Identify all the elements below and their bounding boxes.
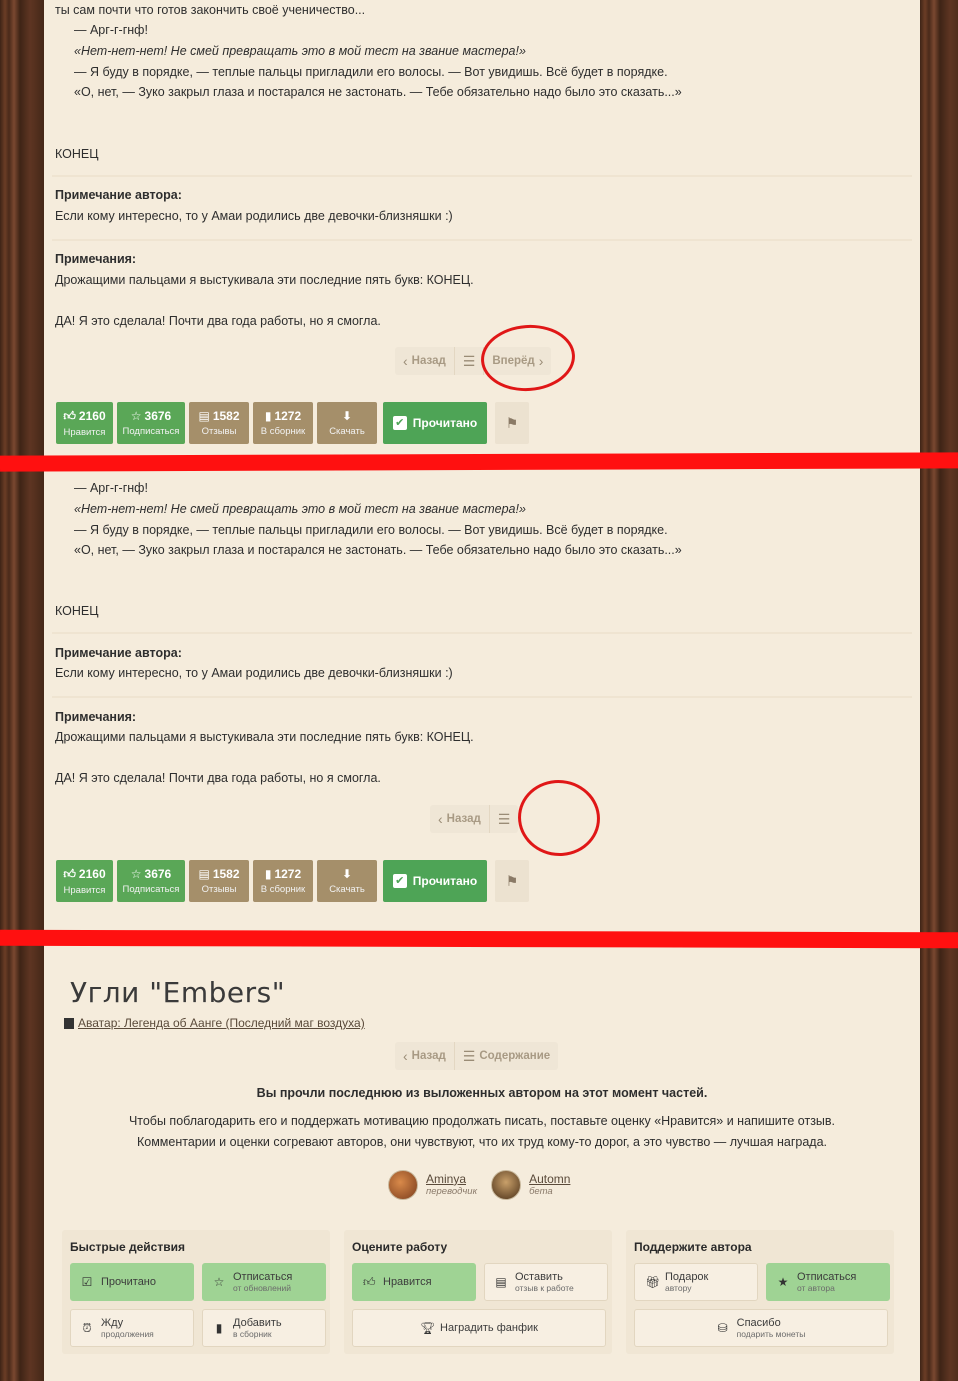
subscribe-button[interactable]: ☆ 3676 Подписаться [117,402,185,444]
book-icon: ▮ [215,1321,223,1335]
report-flag-button[interactable]: ⚑ [495,860,529,902]
gift-author-button[interactable]: 🎁︎ Подарок автору [634,1263,758,1301]
page-content: ты сам почти что готов закончить своё уч… [44,0,920,1381]
reviews-button[interactable]: ▤ 1582 Отзывы [189,860,249,902]
prev-chapter-button[interactable]: ‹ Назад [395,1042,455,1070]
avatar [388,1170,418,1200]
star-icon: ☆ [130,867,142,881]
author-entry[interactable]: Automn бета [491,1170,570,1200]
chevron-left-icon: ‹ [403,1048,408,1064]
thumbs-up-icon: 👍︎ [63,408,76,423]
leave-review-button[interactable]: ▤ Оставить отзыв к работе [484,1263,608,1301]
book-icon: ▮ [264,409,272,423]
finished-message: Вы прочли последнюю из выложенных авторо… [256,1086,708,1100]
star-icon: ☆ [130,409,142,423]
like-button[interactable]: 👍︎ Нравится [352,1263,476,1301]
add-to-collection-button[interactable]: ▮ 1272 В сборник [253,860,313,902]
reviews-button[interactable]: ▤ 1582 Отзывы [189,402,249,444]
download-icon: ⬇ [341,409,353,423]
card-title: Оцените работу [352,1240,448,1254]
like-button[interactable]: 👍︎ 2160 Нравится [56,402,113,444]
authors-list: Aminya переводчик Automn бета [388,1170,570,1200]
contents-button[interactable]: ☰ [490,805,519,833]
quick-actions-card: Быстрые действия ☑ Прочитано ☆ Отписаться о… [62,1230,330,1354]
download-icon: ⬇ [341,867,353,881]
add-to-collection-button[interactable]: ▮ 1272 В сборник [253,402,313,444]
prev-chapter-button[interactable]: ‹ Назад [430,805,490,833]
mark-read-button[interactable]: ✔ Прочитано [383,402,487,444]
notes-text: Дрожащими пальцами я выстукивала эти пос… [55,730,474,744]
flag-icon: ⚑ [505,872,519,889]
comment-icon: ▤ [198,867,210,881]
work-title: Угли "Embers" [70,976,286,1009]
book-icon [64,1017,74,1029]
fandom-link[interactable]: Аватар: Легенда об Аанге (Последний маг … [64,1016,365,1030]
flag-icon: ⚑ [505,414,519,431]
avatar [491,1170,522,1200]
support-author-card: Поддержите автора 🎁︎ Подарок автору ★ Отпис… [626,1230,894,1354]
checkbox-icon: ✔ [392,416,407,430]
comment-icon: ▤ [198,409,210,423]
thanks-text: Чтобы поблагодарить его и поддержать мот… [128,1114,836,1128]
author-entry[interactable]: Aminya переводчик [388,1170,477,1200]
annotation-divider [0,452,958,472]
checkbox-icon: ✔ [392,874,407,888]
await-continuation-button[interactable]: ⏰︎ Жду продолжения [70,1309,194,1347]
gift-icon: 🎁︎ [645,1275,661,1289]
like-button[interactable]: 👍︎ 2160 Нравится [56,860,113,902]
subscribe-button[interactable]: ☆ 3676 Подписаться [117,860,185,902]
wood-border-right [920,0,958,1381]
list-icon: ☰ [462,1047,476,1064]
comment-icon: ▤ [495,1275,507,1289]
coins-icon: ⛁ [717,1321,728,1335]
card-title: Поддержите автора [634,1240,752,1254]
list-icon: ☰ [497,810,511,827]
notes-text: Дрожащими пальцами я выстукивала эти пос… [55,273,474,287]
notes-title: Примечания: [55,252,137,266]
notes-title: Примечания: [55,710,137,724]
notes-text: ДА! Я это сделала! Почти два года работы… [55,771,381,785]
thumbs-up-icon: 👍︎ [363,1274,376,1289]
contents-button[interactable]: ☰ [455,347,485,375]
unsubscribe-updates-button[interactable]: ☆ Отписаться от обновлений [202,1263,326,1301]
rate-work-card: Оцените работу 👍︎ Нравится ▤ Оставить отзыв… [344,1230,612,1354]
mark-read-button[interactable]: ✔ Прочитано [383,860,487,902]
download-button[interactable]: ⬇ Скачать [317,402,377,444]
chapter-pager: ‹ Назад ☰ Содержание [395,1042,559,1070]
download-button[interactable]: ⬇ Скачать [317,860,377,902]
work-actions: 👍︎ 2160 Нравится ☆ 3676 Подписаться ▤ 1582 Отз… [56,860,529,902]
add-collection-button[interactable]: ▮ Добавить в сборник [202,1309,326,1347]
prev-chapter-button[interactable]: ‹ Назад [395,347,455,375]
list-icon: ☰ [462,352,476,369]
checkbox-icon: ☑ [81,1275,93,1289]
chevron-left-icon: ‹ [403,353,408,369]
card-title: Быстрые действия [70,1240,185,1254]
screenshot-panel-1: ты сам почти что готов закончить своё уч… [44,0,920,458]
alarm-clock-icon: ⏰︎ [82,1320,92,1335]
annotation-divider [0,929,958,949]
star-icon: ★ [777,1275,789,1289]
notes-text: ДА! Я это сделала! Почти два года работы… [55,314,381,328]
book-icon: ▮ [264,867,272,881]
report-flag-button[interactable]: ⚑ [495,402,529,444]
work-actions: 👍︎ 2160 Нравится ☆ 3676 Подписаться ▤ 1582 Отз… [56,402,529,444]
chevron-left-icon: ‹ [438,811,443,827]
thanks-coins-button[interactable]: ⛁ Спасибо подарить монеты [634,1309,888,1347]
thanks-text: Комментарии и оценки согревают авторов, … [136,1135,828,1149]
star-outline-icon: ☆ [213,1275,225,1289]
screenshot-panel-2: — Арг-г-гнф! «Нет-нет-нет! Не смей превр… [44,470,920,930]
reward-fanfic-button[interactable]: 🏆︎ Наградить фанфик [352,1309,606,1347]
unsubscribe-author-button[interactable]: ★ Отписаться от автора [766,1263,890,1301]
thumbs-up-icon: 👍︎ [63,866,76,881]
wood-border-left [0,0,44,1381]
screenshot-panel-3: Угли "Embers" Аватар: Легенда об Аанге (… [44,946,920,1381]
read-button[interactable]: ☑ Прочитано [70,1263,194,1301]
trophy-icon: 🏆︎ [420,1321,436,1335]
contents-button[interactable]: ☰ Содержание [455,1042,558,1070]
chapter-pager: ‹ Назад ☰ [430,805,519,833]
